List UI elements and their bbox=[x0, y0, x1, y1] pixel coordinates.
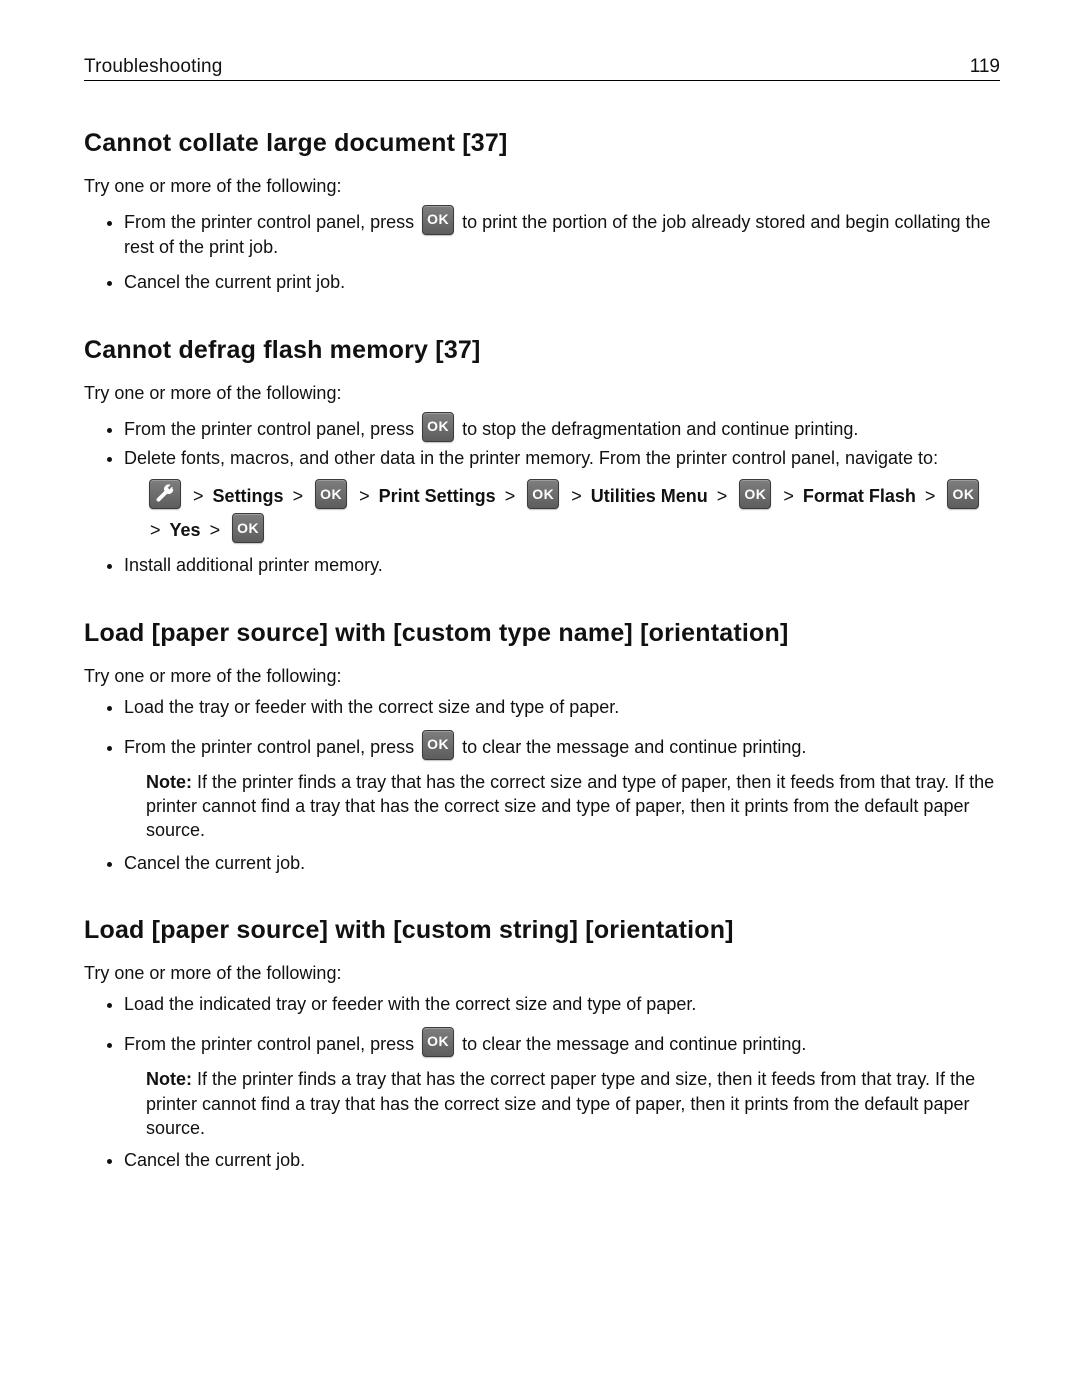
gt-icon: > bbox=[210, 520, 221, 540]
ok-icon bbox=[422, 412, 454, 442]
text: to stop the defragmentation and continue… bbox=[462, 419, 858, 439]
note-text: If the printer finds a tray that has the… bbox=[146, 1069, 975, 1138]
page: Troubleshooting 119 Cannot collate large… bbox=[0, 0, 1080, 1397]
gt-icon: > bbox=[293, 486, 304, 506]
ok-icon bbox=[422, 1027, 454, 1057]
heading-load-string: Load [paper source] with [custom string]… bbox=[84, 916, 1000, 945]
ok-icon bbox=[527, 479, 559, 509]
ok-icon bbox=[947, 479, 979, 509]
ok-icon bbox=[739, 479, 771, 509]
note-label: Note: bbox=[146, 772, 192, 792]
list-item: From the printer control panel, press to… bbox=[124, 205, 1000, 260]
list-item: Install additional printer memory. bbox=[124, 553, 1000, 578]
list-item: From the printer control panel, press to… bbox=[124, 1027, 1000, 1140]
navigation-path: > Settings > > Print Settings > > Utilit… bbox=[146, 479, 1000, 547]
text: to clear the message and continue printi… bbox=[462, 737, 806, 757]
note-label: Note: bbox=[146, 1069, 192, 1089]
running-header: Troubleshooting 119 bbox=[84, 56, 1000, 81]
list-item: From the printer control panel, press to… bbox=[124, 412, 1000, 442]
gt-icon: > bbox=[783, 486, 794, 506]
bullet-list: Load the tray or feeder with the correct… bbox=[84, 695, 1000, 876]
ok-icon bbox=[232, 513, 264, 543]
gt-icon: > bbox=[150, 520, 161, 540]
path-step: Format Flash bbox=[803, 486, 916, 506]
gt-icon: > bbox=[193, 486, 204, 506]
gt-icon: > bbox=[359, 486, 370, 506]
list-item: From the printer control panel, press to… bbox=[124, 730, 1000, 843]
text: From the printer control panel, press bbox=[124, 419, 419, 439]
list-item: Load the indicated tray or feeder with t… bbox=[124, 992, 1000, 1017]
path-step: Yes bbox=[170, 520, 201, 540]
list-item: Cancel the current job. bbox=[124, 851, 1000, 876]
text: From the printer control panel, press bbox=[124, 737, 419, 757]
ok-icon bbox=[422, 205, 454, 235]
bullet-list: From the printer control panel, press to… bbox=[84, 205, 1000, 296]
gt-icon: > bbox=[717, 486, 728, 506]
intro-text: Try one or more of the following: bbox=[84, 963, 1000, 984]
list-item: Cancel the current print job. bbox=[124, 270, 1000, 295]
heading-cannot-defrag: Cannot defrag flash memory [37] bbox=[84, 336, 1000, 365]
text: Delete fonts, macros, and other data in … bbox=[124, 448, 938, 468]
heading-load-type: Load [paper source] with [custom type na… bbox=[84, 619, 1000, 648]
gt-icon: > bbox=[505, 486, 516, 506]
gt-icon: > bbox=[571, 486, 582, 506]
path-step: Settings bbox=[213, 486, 284, 506]
page-number: 119 bbox=[970, 56, 1000, 78]
section-name: Troubleshooting bbox=[84, 56, 223, 78]
list-item: Cancel the current job. bbox=[124, 1148, 1000, 1173]
gt-icon: > bbox=[925, 486, 936, 506]
intro-text: Try one or more of the following: bbox=[84, 176, 1000, 197]
note: Note: If the printer finds a tray that h… bbox=[146, 770, 1000, 843]
bullet-list: From the printer control panel, press to… bbox=[84, 412, 1000, 579]
note: Note: If the printer finds a tray that h… bbox=[146, 1067, 1000, 1140]
heading-cannot-collate: Cannot collate large document [37] bbox=[84, 129, 1000, 158]
text: to clear the message and continue printi… bbox=[462, 1034, 806, 1054]
text: From the printer control panel, press bbox=[124, 212, 419, 232]
text: From the printer control panel, press bbox=[124, 1034, 419, 1054]
list-item: Load the tray or feeder with the correct… bbox=[124, 695, 1000, 720]
bullet-list: Load the indicated tray or feeder with t… bbox=[84, 992, 1000, 1173]
list-item: Delete fonts, macros, and other data in … bbox=[124, 446, 1000, 548]
path-step: Print Settings bbox=[379, 486, 496, 506]
path-step: Utilities Menu bbox=[591, 486, 708, 506]
intro-text: Try one or more of the following: bbox=[84, 666, 1000, 687]
ok-icon bbox=[315, 479, 347, 509]
note-text: If the printer finds a tray that has the… bbox=[146, 772, 994, 841]
intro-text: Try one or more of the following: bbox=[84, 383, 1000, 404]
ok-icon bbox=[422, 730, 454, 760]
wrench-icon bbox=[149, 479, 181, 509]
